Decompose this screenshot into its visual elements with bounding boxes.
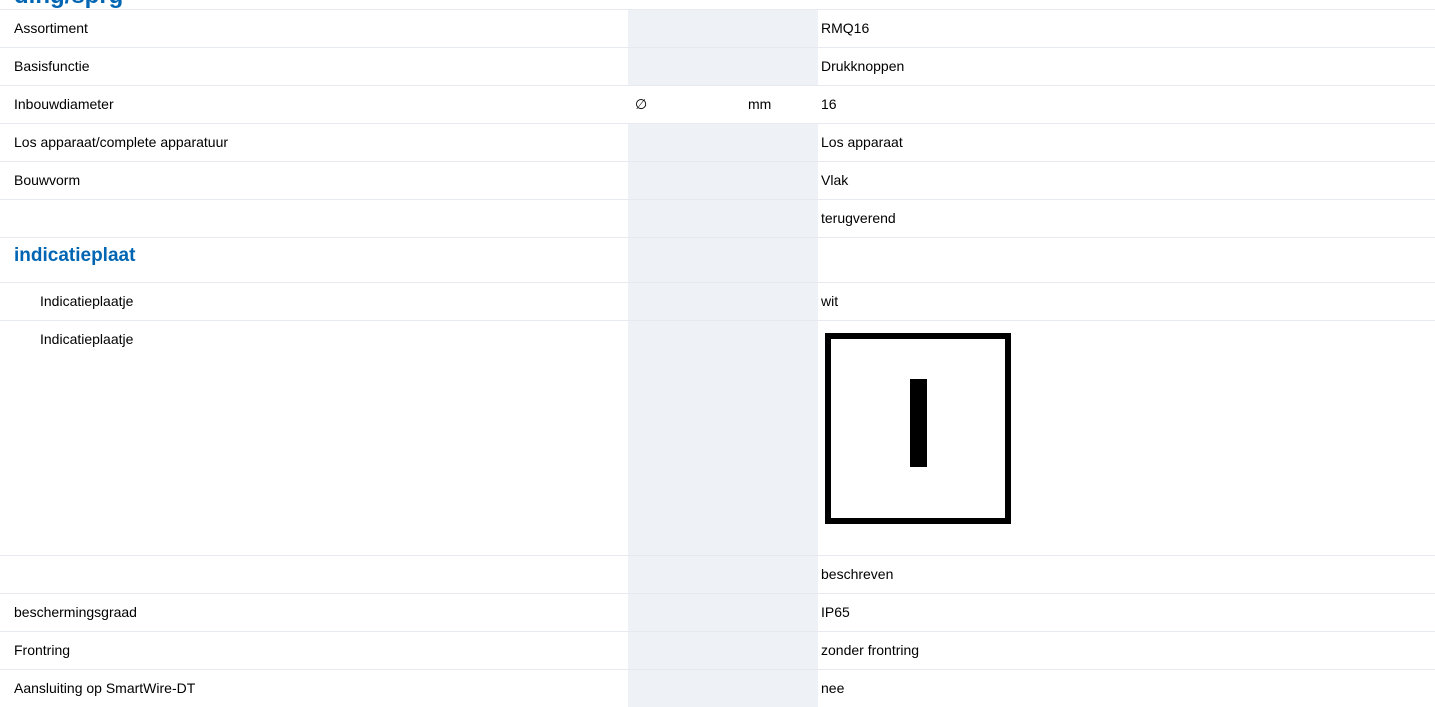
spec-row-terugverend: terugverend: [0, 199, 1435, 237]
spec-row-beschreven: beschreven: [0, 555, 1435, 593]
spec-unit: [743, 124, 818, 161]
spec-symbol: [628, 48, 743, 85]
spec-value: Los apparaat: [821, 134, 903, 150]
spec-label: [0, 200, 628, 237]
spec-label: Aansluiting op SmartWire-DT: [14, 680, 196, 696]
spec-symbol: [628, 162, 743, 199]
spec-row-assortiment: Assortiment RMQ16: [0, 9, 1435, 47]
spec-label: Inbouwdiameter: [14, 96, 114, 112]
diameter-symbol: ∅: [635, 96, 648, 112]
spec-label: Indicatieplaatje: [40, 293, 134, 309]
spec-value: terugverend: [821, 210, 896, 226]
spec-label: Basisfunctie: [14, 58, 90, 74]
spec-value: Vlak: [821, 172, 849, 188]
spec-symbol: [628, 10, 743, 47]
spec-value: Drukknoppen: [821, 58, 905, 74]
spec-unit: [743, 48, 818, 85]
spec-unit: [743, 200, 818, 237]
spec-symbol: [628, 200, 743, 237]
spec-value: wit: [821, 293, 839, 309]
spec-unit: [743, 321, 818, 555]
spec-row-frontring: Frontring zonder frontring: [0, 631, 1435, 669]
spec-label: Assortiment: [14, 20, 88, 36]
spec-label: [0, 556, 628, 593]
spec-label: beschermingsgraad: [14, 604, 137, 620]
spec-symbol: [628, 632, 743, 669]
spec-row-bouwvorm: Bouwvorm Vlak: [0, 161, 1435, 199]
spec-row-smartwire: Aansluiting op SmartWire-DT nee: [0, 669, 1435, 707]
section-header-row: indicatieplaat: [0, 237, 1435, 282]
spec-value: IP65: [821, 604, 850, 620]
spec-label: Indicatieplaatje: [40, 331, 134, 347]
spec-value: 16: [821, 96, 837, 112]
page-heading: ding/sprg: [14, 0, 123, 9]
spec-value: RMQ16: [821, 20, 870, 36]
spec-value: [818, 238, 1435, 282]
section-title: indicatieplaat: [14, 245, 136, 266]
spec-value: beschreven: [821, 566, 894, 582]
spec-label: Frontring: [14, 642, 71, 658]
spec-row-inbouwdiameter: Inbouwdiameter ∅ mm 16: [0, 85, 1435, 123]
spec-table: Assortiment RMQ16 Basisfunctie Drukknopp…: [0, 9, 1435, 707]
indicator-plate-I-symbol-icon: [825, 333, 1011, 524]
spec-symbol: [628, 124, 743, 161]
spec-row-beschermingsgraad: beschermingsgraad IP65: [0, 593, 1435, 631]
spec-symbol: [628, 238, 743, 282]
spec-row-basisfunctie: Basisfunctie Drukknoppen: [0, 47, 1435, 85]
spec-unit: [743, 670, 818, 707]
spec-unit: [743, 10, 818, 47]
spec-symbol: [628, 670, 743, 707]
spec-unit: [743, 162, 818, 199]
spec-unit: [743, 632, 818, 669]
spec-unit: [743, 283, 818, 320]
spec-label: Los apparaat/complete apparatuur: [14, 134, 229, 150]
spec-unit: [743, 556, 818, 593]
plate-bar: [910, 379, 927, 467]
spec-label: Bouwvorm: [14, 172, 81, 188]
spec-unit: mm: [748, 96, 772, 112]
spec-unit: [743, 238, 818, 282]
spec-value: zonder frontring: [821, 642, 920, 658]
spec-symbol: [628, 594, 743, 631]
spec-value: nee: [821, 680, 845, 696]
spec-symbol: [628, 321, 743, 555]
spec-symbol: [628, 283, 743, 320]
spec-row-indicatieplaatje-kleur: Indicatieplaatje wit: [0, 282, 1435, 320]
spec-row-indicatieplaatje-afbeelding: Indicatieplaatje: [0, 320, 1435, 555]
spec-row-los-apparaat: Los apparaat/complete apparatuur Los app…: [0, 123, 1435, 161]
spec-symbol: [628, 556, 743, 593]
spec-unit: [743, 594, 818, 631]
